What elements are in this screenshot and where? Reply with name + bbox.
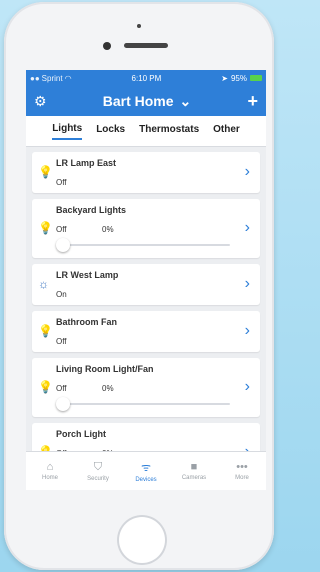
nav-devices[interactable]: ᯤ Devices — [126, 460, 166, 483]
add-button[interactable]: + — [247, 92, 258, 110]
shield-icon: ⛉ — [93, 460, 103, 473]
chevron-right-icon[interactable]: › — [245, 219, 250, 237]
dim-percent: 0% — [102, 225, 114, 234]
device-name: Bathroom Fan — [56, 317, 118, 327]
signal-icon: ●● — [30, 73, 40, 83]
device-state: Off — [56, 178, 67, 187]
proximity-sensor — [137, 24, 141, 28]
app-screen: ●● Sprint ◠ 6:10 PM ➤ 95% ⚙ Bart Home ⌄ … — [26, 70, 266, 490]
category-tabs: Lights Locks Thermostats Other — [26, 116, 266, 147]
slider-track — [62, 403, 230, 405]
dimmer-slider[interactable] — [56, 238, 230, 252]
camera-icon: ■ — [190, 461, 198, 473]
chevron-right-icon[interactable]: › — [245, 275, 250, 293]
bottom-nav: ⌂ Home ⛉ Security ᯤ Devices ■ Cameras ••… — [26, 451, 266, 490]
dim-percent: 0% — [102, 384, 114, 393]
status-time: 6:10 PM — [131, 73, 162, 83]
device-card-lr-west-lamp[interactable]: ☼ LR West Lamp On › — [32, 264, 260, 305]
tab-thermostats[interactable]: Thermostats — [139, 124, 199, 139]
device-name: Living Room Light/Fan — [56, 364, 154, 374]
nav-label: Cameras — [181, 475, 207, 481]
chevron-right-icon[interactable]: › — [245, 163, 250, 181]
location-icon: ➤ — [221, 73, 228, 83]
slider-knob[interactable] — [56, 238, 70, 252]
nav-more[interactable]: ••• More — [222, 461, 262, 481]
battery-percent: 95% — [230, 73, 247, 83]
device-card-bathroom-fan[interactable]: 💡 Bathroom Fan Off › — [32, 311, 260, 352]
device-name: Porch Light — [56, 429, 106, 439]
phone-frame: ●● Sprint ◠ 6:10 PM ➤ 95% ⚙ Bart Home ⌄ … — [4, 2, 274, 570]
device-name: Backyard Lights — [56, 205, 127, 215]
earpiece-speaker — [124, 43, 168, 48]
device-card-backyard-lights[interactable]: 💡 Backyard Lights Off 0% › — [32, 199, 260, 258]
tab-other[interactable]: Other — [213, 124, 240, 139]
dimmer-slider[interactable] — [56, 397, 230, 411]
nav-label: More — [235, 475, 249, 481]
lightbulb-icon: 💡 — [38, 220, 53, 235]
nav-label: Home — [41, 475, 58, 481]
lightbulb-on-icon: ☼ — [38, 276, 49, 291]
device-card-living-room-light-fan[interactable]: 💡 Living Room Light/Fan Off 0% › — [32, 358, 260, 417]
battery-icon — [249, 75, 262, 81]
carrier-signal: ●● Sprint ◠ — [30, 74, 72, 83]
more-icon: ••• — [236, 461, 248, 473]
tab-locks[interactable]: Locks — [96, 124, 125, 139]
chevron-down-icon: ⌄ — [179, 92, 192, 109]
home-selector[interactable]: Bart Home ⌄ — [103, 93, 192, 110]
home-button[interactable] — [117, 515, 167, 565]
wifi-icon: ᯤ — [140, 461, 152, 474]
slider-track — [62, 244, 230, 246]
lightbulb-icon: 💡 — [38, 323, 53, 338]
device-list: 💡 LR Lamp East Off › 💡 Backyard Lights O… — [26, 147, 266, 482]
tab-lights[interactable]: Lights — [52, 123, 83, 140]
chevron-right-icon[interactable]: › — [245, 378, 250, 396]
device-state: Off — [56, 384, 67, 393]
lightbulb-icon: 💡 — [38, 164, 53, 179]
app-header: ⚙ Bart Home ⌄ + — [26, 86, 266, 116]
status-bar: ●● Sprint ◠ 6:10 PM ➤ 95% — [26, 70, 266, 86]
device-state: Off — [56, 225, 67, 234]
nav-home[interactable]: ⌂ Home — [30, 461, 70, 481]
wifi-icon: ◠ — [64, 73, 72, 83]
nav-cameras[interactable]: ■ Cameras — [174, 461, 214, 481]
device-state: Off — [56, 337, 67, 346]
front-camera — [103, 42, 111, 50]
device-card-lr-lamp-east[interactable]: 💡 LR Lamp East Off › — [32, 152, 260, 193]
nav-security[interactable]: ⛉ Security — [78, 461, 118, 482]
slider-knob[interactable] — [56, 397, 70, 411]
device-name: LR West Lamp — [56, 270, 119, 280]
home-icon: ⌂ — [46, 461, 54, 473]
lightbulb-icon: 💡 — [38, 379, 53, 394]
battery-area: ➤ 95% — [221, 74, 262, 83]
chevron-right-icon[interactable]: › — [245, 322, 250, 340]
carrier-name: Sprint — [41, 73, 63, 83]
device-name: LR Lamp East — [56, 158, 117, 168]
nav-label: Devices — [135, 476, 157, 483]
device-state: On — [56, 290, 67, 299]
home-title: Bart Home — [102, 93, 174, 109]
nav-label: Security — [87, 475, 109, 482]
gear-icon[interactable]: ⚙ — [34, 93, 47, 110]
